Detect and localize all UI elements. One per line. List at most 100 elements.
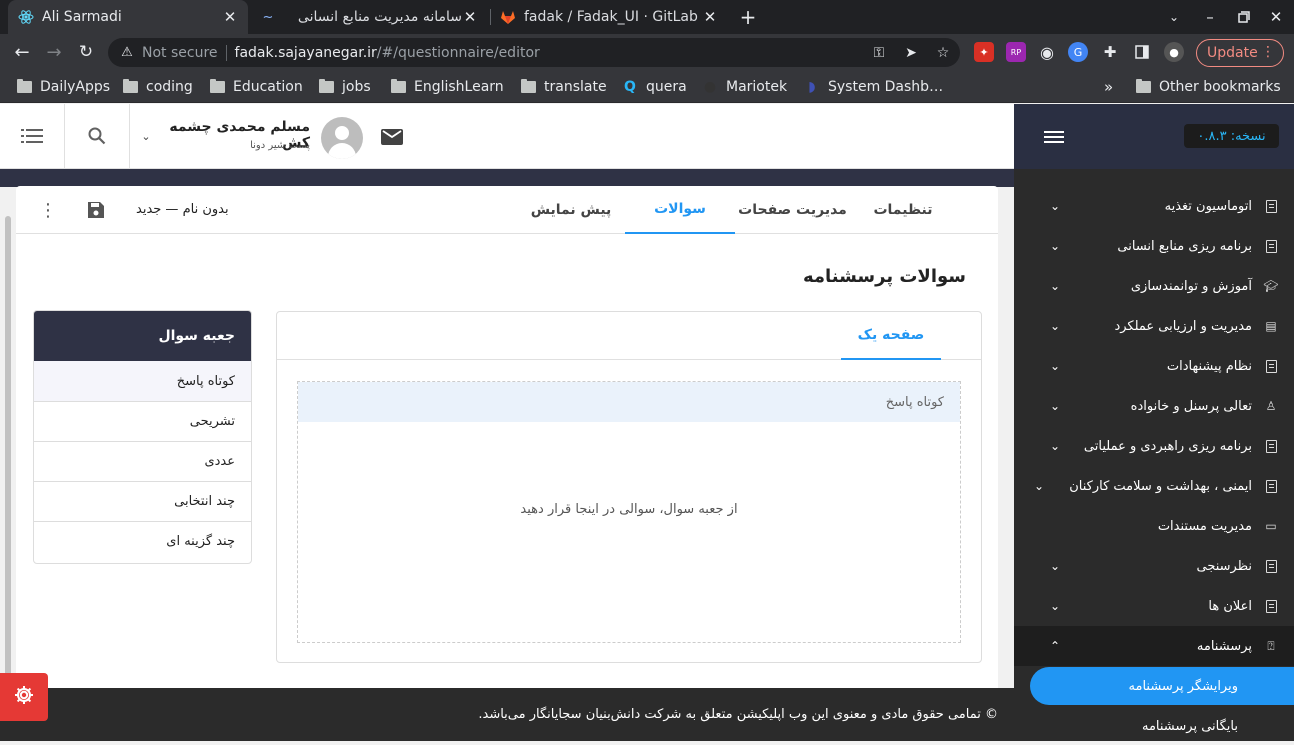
search-icon[interactable] <box>85 124 109 148</box>
extension-1-icon[interactable]: ✦ <box>974 42 994 62</box>
graduation-cap-icon: 🎓︎ <box>1263 279 1279 293</box>
sidebar-item-training[interactable]: 🎓︎ آموزش و توانمندسازی ⌄ <box>1014 266 1294 306</box>
sidebar-item-performance[interactable]: ▤ مدیریت و ارزیابی عملکرد ⌄ <box>1014 306 1294 346</box>
question-type-multi-select[interactable]: چند انتخابی <box>34 481 251 521</box>
sidebar-item-nutrition[interactable]: اتوماسیون تغذیه ⌄ <box>1014 186 1294 226</box>
bookmarks-bar: DailyApps coding Education jobs EnglishL… <box>0 71 1294 103</box>
chevron-down-icon[interactable]: ⌄ <box>1044 559 1066 573</box>
more-bookmarks-icon[interactable]: » <box>1104 77 1113 97</box>
bookmark-dailyapps[interactable]: DailyApps <box>16 77 110 97</box>
back-icon[interactable]: ← <box>8 38 36 66</box>
url-host: fadak.sajayanegar.ir <box>234 44 377 61</box>
more-vert-icon[interactable]: ⋮ <box>1261 44 1275 60</box>
browser-tab-gitlab[interactable]: fadak / Fadak_UI · GitLab ✕ <box>490 0 728 34</box>
translate-extension-icon[interactable]: G <box>1068 42 1088 62</box>
other-bookmarks[interactable]: Other bookmarks <box>1135 77 1281 97</box>
sidebar-item-safety-health[interactable]: ایمنی ، بهداشت و سلامت کارکنان ⌄ <box>1014 466 1294 506</box>
sidebar-item-documents[interactable]: ▭ مدیریت مستندات <box>1014 506 1294 546</box>
forward-icon[interactable]: → <box>40 38 68 66</box>
update-button[interactable]: Update ⋮ <box>1196 39 1284 67</box>
bookmark-jobs[interactable]: jobs <box>318 77 371 97</box>
bookmark-mariotek[interactable]: ● Mariotek <box>702 77 787 97</box>
profile-avatar-icon[interactable]: ● <box>1164 42 1184 62</box>
sidebar-item-strategic-planning[interactable]: برنامه ریزی راهبردی و عملیاتی ⌄ <box>1014 426 1294 466</box>
bookmark-education[interactable]: Education <box>209 77 303 97</box>
folder-icon: ▭ <box>1265 519 1277 533</box>
bookmark-quera[interactable]: Qquera <box>622 77 687 97</box>
chevron-up-icon[interactable]: ⌃ <box>1044 639 1066 653</box>
folder-icon <box>209 79 225 95</box>
reload-icon[interactable]: ↻ <box>72 38 100 66</box>
bookmark-coding[interactable]: coding <box>122 77 193 97</box>
minimize-icon[interactable]: – <box>1192 0 1228 34</box>
key-icon[interactable]: ⚿ <box>868 42 890 64</box>
star-icon[interactable]: ☆ <box>932 42 954 64</box>
bookmark-system-dashboard[interactable]: ◗ System Dashb… <box>804 77 943 97</box>
sidebar-item-personnel-family[interactable]: ♙ تعالی پرسنل و خانواده ⌄ <box>1014 386 1294 426</box>
scrollbar[interactable] <box>5 216 11 682</box>
sidebar-subitem-editor[interactable]: ویرایشگر پرسشنامه <box>1030 667 1294 705</box>
chevron-down-icon[interactable]: ⌄ <box>1028 479 1050 493</box>
bookmark-label: jobs <box>342 79 371 95</box>
sidebar-item-notifications[interactable]: اعلان ها ⌄ <box>1014 586 1294 626</box>
browser-tab-ali-sarmadi[interactable]: Ali Sarmadi ✕ <box>8 0 248 34</box>
short-answer-question[interactable]: کوتاه پاسخ <box>298 382 960 422</box>
chevron-down-icon[interactable]: ⌄ <box>1044 319 1066 333</box>
tab-page-management[interactable]: مدیریت صفحات <box>735 186 850 234</box>
save-icon[interactable] <box>86 200 106 220</box>
hamburger-menu-icon[interactable] <box>1042 128 1066 146</box>
chevron-down-icon[interactable]: ⌄ <box>1044 399 1066 413</box>
warning-icon[interactable]: ⚠ <box>112 45 142 60</box>
document-icon <box>1260 239 1282 253</box>
close-icon[interactable]: ✕ <box>222 8 238 26</box>
question-type-multiple-choice[interactable]: چند گزینه ای <box>34 521 251 561</box>
tab-page-one[interactable]: صفحه یک <box>841 312 941 360</box>
list-menu-icon[interactable] <box>20 124 44 148</box>
sidebar-item-survey[interactable]: نظرسنجی ⌄ <box>1014 546 1294 586</box>
question-type-short-answer[interactable]: کوتاه پاسخ <box>34 361 251 401</box>
sidebar-item-label: تعالی پرسنل و خانواده <box>1130 398 1252 414</box>
tab-settings[interactable]: تنظیمات <box>850 186 956 234</box>
footer: © تمامی حقوق مادی و معنوی این وب اپلیکیش… <box>0 688 1014 741</box>
settings-gear-button[interactable] <box>0 673 48 721</box>
new-tab-icon[interactable]: + <box>730 0 766 34</box>
sidebar-subitem-archive[interactable]: بایگانی پرسشنامه <box>1030 707 1294 745</box>
close-icon[interactable]: ✕ <box>702 8 718 26</box>
question-type-descriptive[interactable]: تشریحی <box>34 401 251 441</box>
mail-icon[interactable] <box>380 125 404 149</box>
sidebar-header: نسخه: ۰.۸.۳ <box>1014 104 1294 169</box>
chevron-down-icon[interactable]: ⌄ <box>1044 199 1066 213</box>
question-type-numeric[interactable]: عددی <box>34 441 251 481</box>
sidebar-item-suggestions[interactable]: نظام پیشنهادات ⌄ <box>1014 346 1294 386</box>
folder-icon <box>122 79 138 95</box>
side-panel-icon[interactable] <box>1132 42 1152 62</box>
bookmark-translate[interactable]: translate <box>520 77 607 97</box>
tab-preview[interactable]: پیش نمایش <box>516 186 626 234</box>
chevron-down-icon[interactable]: ⌄ <box>1044 439 1066 453</box>
maximize-icon[interactable] <box>1226 0 1262 34</box>
header-divider <box>129 104 130 168</box>
extension-rp-icon[interactable]: RP <box>1006 42 1026 62</box>
address-bar[interactable]: ⚠ Not secure fadak.sajayanegar.ir/#/ques… <box>108 38 960 67</box>
mariotek-icon: ● <box>703 79 717 95</box>
more-vert-icon[interactable]: ⋮ <box>38 200 58 221</box>
chevron-down-icon[interactable]: ⌄ <box>1044 359 1066 373</box>
chevron-down-icon[interactable]: ⌄ <box>1044 239 1066 253</box>
extension-circle-icon[interactable]: ◉ <box>1037 42 1057 62</box>
sidebar-item-questionnaire[interactable]: ⍰ پرسشنامه ⌃ <box>1014 626 1294 666</box>
document-icon <box>1260 359 1282 373</box>
tab-search-icon[interactable]: ⌄ <box>1156 0 1192 34</box>
sidebar-item-hr-planning[interactable]: برنامه ریزی منابع انسانی ⌄ <box>1014 226 1294 266</box>
chevron-down-icon[interactable]: ⌄ <box>1044 279 1066 293</box>
tab-questions[interactable]: سوالات <box>625 186 735 234</box>
form-name: بدون نام — جدید <box>136 202 229 217</box>
avatar[interactable] <box>321 117 363 159</box>
browser-tab-hr-system[interactable]: ~ سامانه مدیریت منابع انسانی ✕ <box>250 0 488 34</box>
window-close-icon[interactable]: ✕ <box>1258 0 1294 34</box>
close-icon[interactable]: ✕ <box>462 8 478 26</box>
send-icon[interactable]: ➤ <box>900 42 922 64</box>
bookmark-englishlearn[interactable]: EnglishLearn <box>390 77 504 97</box>
extensions-puzzle-icon[interactable]: ✚ <box>1100 42 1120 62</box>
question-drop-zone[interactable]: کوتاه پاسخ از جعبه سوال، سوالی در اینجا … <box>297 381 961 643</box>
chevron-down-icon[interactable]: ⌄ <box>1044 599 1066 613</box>
